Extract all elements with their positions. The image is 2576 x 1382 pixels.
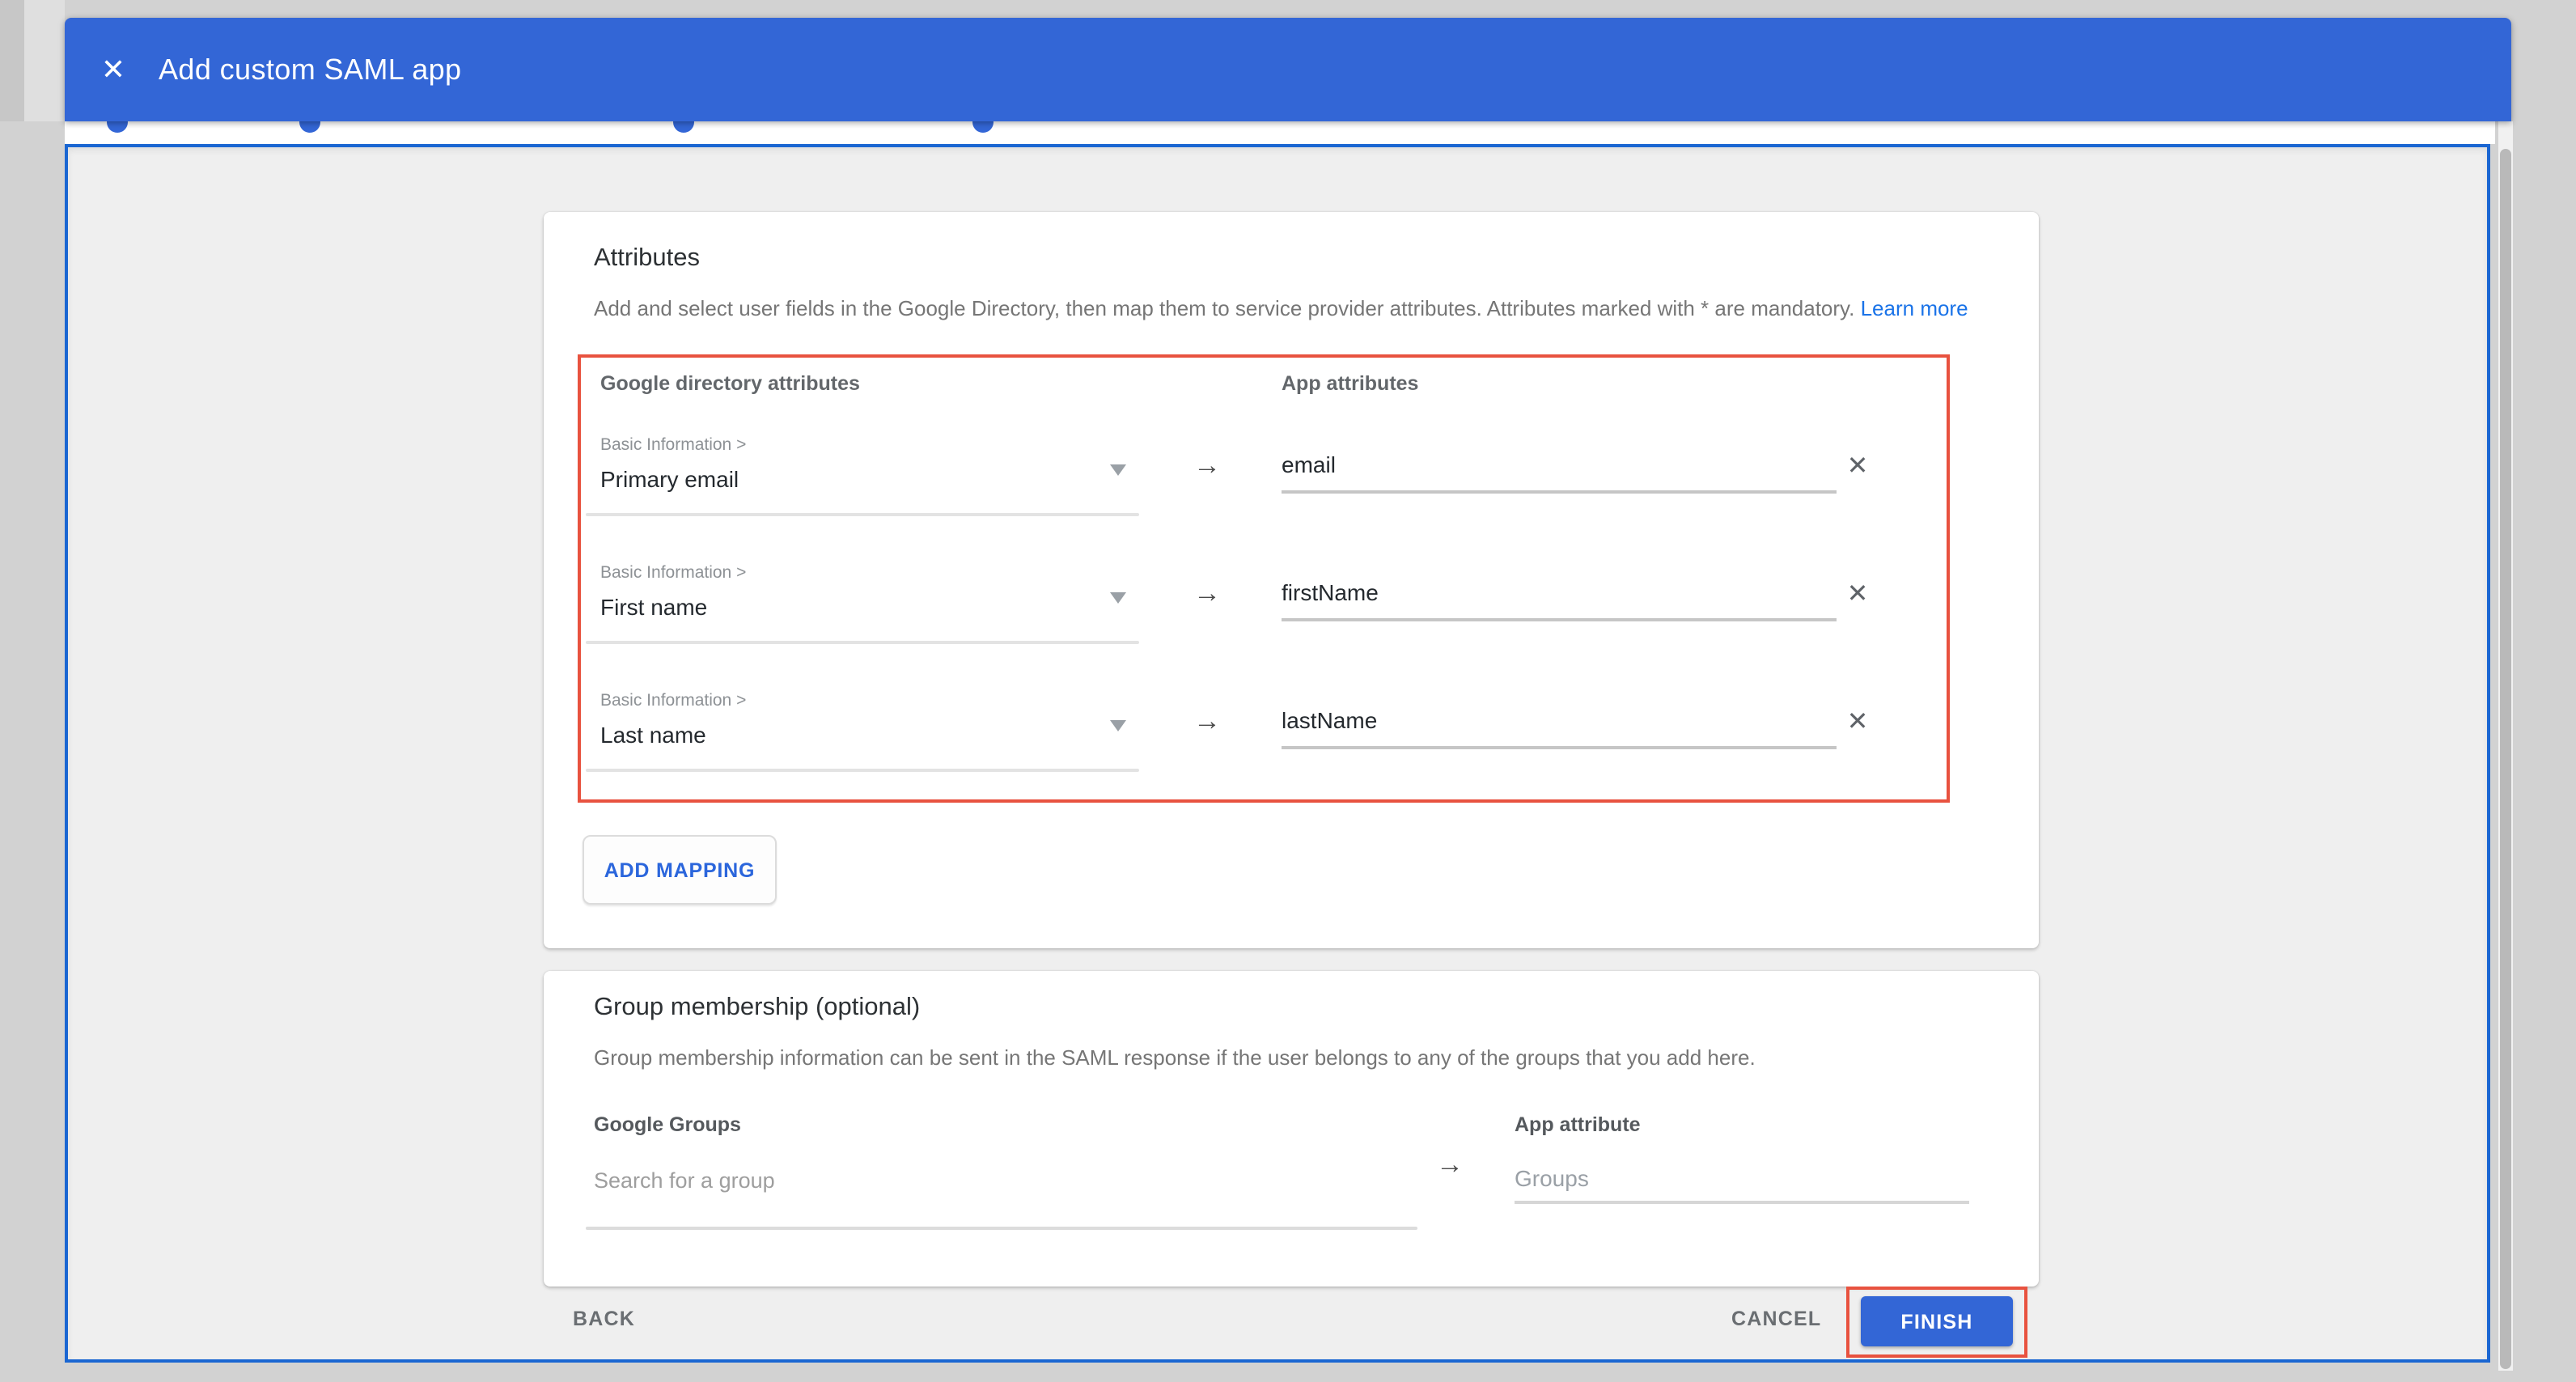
learn-more-link[interactable]: Learn more: [1861, 296, 1968, 320]
left-gutter-light: [24, 0, 65, 121]
close-icon[interactable]: ✕: [94, 50, 133, 89]
back-button[interactable]: BACK: [573, 1308, 635, 1330]
left-gutter-dark: [0, 0, 24, 121]
group-card-title: Group membership (optional): [594, 994, 920, 1023]
dialog-title: Add custom SAML app: [159, 18, 461, 121]
mapping-highlight-box: [578, 354, 1950, 803]
group-membership-card: Group membership (optional) Group member…: [544, 971, 2039, 1287]
app-attribute-label: App attribute: [1515, 1113, 1641, 1136]
add-mapping-button[interactable]: ADD MAPPING: [583, 835, 777, 905]
arrow-right-icon: →: [1427, 1149, 1472, 1181]
group-search-input[interactable]: [594, 1152, 1411, 1207]
attributes-card: Attributes Add and select user fields in…: [544, 212, 2039, 948]
stepper-strip: [65, 121, 2495, 143]
attributes-card-description: Add and select user fields in the Google…: [594, 296, 1968, 320]
add-custom-saml-app-dialog: ✕ Add custom SAML app Attributes Add and…: [0, 0, 2576, 1382]
group-card-description: Group membership information can be sent…: [594, 1045, 1756, 1070]
cancel-button[interactable]: CANCEL: [1731, 1308, 1821, 1330]
groups-attribute-input[interactable]: [1515, 1155, 1969, 1204]
scrollbar-thumb[interactable]: [2500, 149, 2511, 1369]
group-search-underline: [586, 1227, 1417, 1230]
google-groups-label: Google Groups: [594, 1113, 741, 1136]
attributes-description-text: Add and select user fields in the Google…: [594, 296, 1854, 320]
dialog-header: ✕ Add custom SAML app: [65, 18, 2511, 121]
attributes-card-title: Attributes: [594, 244, 700, 273]
finish-button[interactable]: FINISH: [1861, 1296, 2013, 1346]
